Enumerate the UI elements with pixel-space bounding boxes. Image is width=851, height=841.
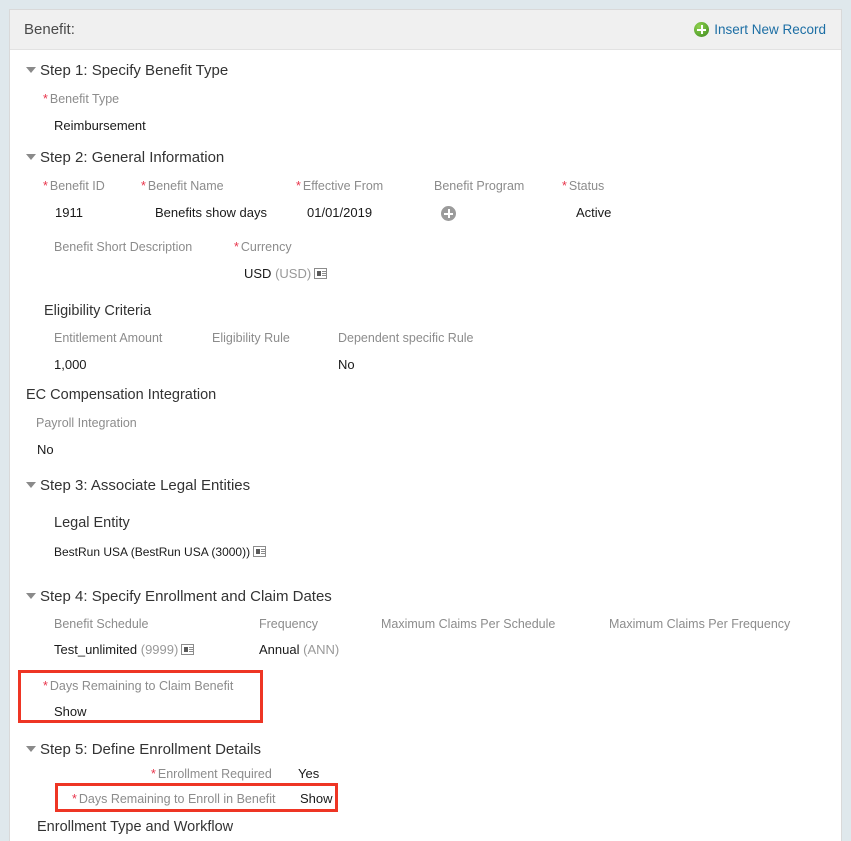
step-header-step3[interactable]: Step 3: Associate Legal Entities: [26, 477, 250, 494]
field-label-eligibility-rule: Eligibility Rule: [212, 331, 290, 345]
field-value-frequency[interactable]: Annual (ANN): [259, 642, 339, 657]
plus-circle-green-icon: [694, 22, 710, 37]
form-content: Step 1: Specify Benefit Type * Benefit Ty…: [10, 50, 841, 841]
benefit-detail-card: Benefit: Insert New Record Step 1: Speci…: [9, 9, 842, 841]
required-asterisk: *: [562, 179, 567, 193]
frequency-value: Annual: [259, 642, 300, 657]
benefit-schedule-code: (9999): [140, 642, 179, 657]
field-value-legal-entity[interactable]: BestRun USA (BestRun USA (3000)): [54, 545, 267, 559]
step5-title: Step 5: Define Enrollment Details: [40, 741, 261, 758]
chevron-down-icon: [26, 67, 36, 73]
step4-title: Step 4: Specify Enrollment and Claim Dat…: [40, 588, 332, 605]
field-value-benefit-id[interactable]: 1911: [55, 205, 83, 220]
required-asterisk: *: [43, 679, 48, 693]
step2-title: Step 2: General Information: [40, 149, 225, 166]
field-value-dependent-specific-rule[interactable]: No: [338, 357, 355, 372]
field-label-payroll-integration: Payroll Integration: [36, 416, 137, 430]
field-label-days-remaining-to-enroll-in-benefit: * Days Remaining to Enroll in Benefit: [72, 792, 276, 806]
field-label-benefit-short-description: Benefit Short Description: [54, 240, 193, 254]
field-label-frequency: Frequency: [259, 617, 319, 631]
field-value-benefit-name[interactable]: Benefits show days: [155, 205, 267, 220]
required-asterisk: *: [43, 92, 48, 106]
field-label-days-remaining-to-claim-benefit: * Days Remaining to Claim Benefit: [43, 679, 234, 693]
required-asterisk: *: [151, 767, 156, 781]
field-label-effective-from: * Effective From: [296, 179, 384, 193]
card-titlebar: Benefit: Insert New Record: [10, 10, 841, 50]
chevron-down-icon: [26, 593, 36, 599]
required-asterisk: *: [234, 240, 239, 254]
frequency-code: (ANN): [303, 642, 340, 657]
field-label-benefit-type: * Benefit Type: [43, 92, 120, 106]
field-value-status[interactable]: Active: [576, 205, 611, 220]
field-label-benefit-id: * Benefit ID: [43, 179, 105, 193]
value-help-icon[interactable]: [314, 268, 328, 279]
field-label-dependent-specific-rule: Dependent specific Rule: [338, 331, 474, 345]
field-value-payroll-integration[interactable]: No: [37, 442, 54, 457]
chevron-down-icon: [26, 154, 36, 160]
step3-title: Step 3: Associate Legal Entities: [40, 477, 251, 494]
benefit-schedule-value: Test_unlimited: [54, 642, 138, 657]
field-value-currency[interactable]: USD (USD): [244, 266, 328, 281]
group-header-ec-compensation-integration: EC Compensation Integration: [26, 387, 217, 403]
required-asterisk: *: [296, 179, 301, 193]
currency-code: (USD): [275, 266, 312, 281]
group-header-enrollment-type-and-workflow: Enrollment Type and Workflow: [37, 819, 234, 835]
field-label-benefit-schedule: Benefit Schedule: [54, 617, 149, 631]
field-label-benefit-program: Benefit Program: [434, 179, 525, 193]
field-label-status: * Status: [562, 179, 605, 193]
field-value-days-remaining-to-enroll-in-benefit[interactable]: Show: [300, 791, 333, 806]
field-label-maximum-claims-per-frequency: Maximum Claims Per Frequency: [609, 617, 791, 631]
required-asterisk: *: [141, 179, 146, 193]
group-header-legal-entity: Legal Entity: [54, 515, 130, 531]
step1-title: Step 1: Specify Benefit Type: [40, 62, 229, 79]
currency-value: USD: [244, 266, 272, 281]
required-asterisk: *: [43, 179, 48, 193]
step-header-step1[interactable]: Step 1: Specify Benefit Type: [26, 62, 228, 79]
field-label-currency: * Currency: [234, 240, 292, 254]
field-label-benefit-name: * Benefit Name: [141, 179, 224, 193]
step-header-step5[interactable]: Step 5: Define Enrollment Details: [26, 741, 261, 758]
screen-root: Benefit: Insert New Record Step 1: Speci…: [0, 0, 851, 841]
field-label-enrollment-required: * Enrollment Required: [151, 767, 272, 781]
step-header-step4[interactable]: Step 4: Specify Enrollment and Claim Dat…: [26, 588, 332, 605]
plus-circle-gray-icon[interactable]: [441, 206, 456, 221]
chevron-down-icon: [26, 482, 36, 488]
field-value-benefit-type[interactable]: Reimbursement: [54, 118, 146, 133]
page-title: Benefit:: [24, 21, 75, 38]
required-asterisk: *: [72, 792, 77, 806]
field-label-entitlement-amount: Entitlement Amount: [54, 331, 163, 345]
legal-entity-value: BestRun USA (BestRun USA (3000)): [54, 545, 251, 559]
insert-new-record-button[interactable]: Insert New Record: [694, 22, 826, 37]
insert-new-record-label: Insert New Record: [714, 22, 826, 37]
chevron-down-icon: [26, 746, 36, 752]
field-value-entitlement-amount[interactable]: 1,000: [54, 357, 87, 372]
field-label-maximum-claims-per-schedule: Maximum Claims Per Schedule: [381, 617, 556, 631]
value-help-icon[interactable]: [253, 546, 267, 557]
group-header-eligibility-criteria: Eligibility Criteria: [44, 303, 152, 319]
field-value-benefit-schedule[interactable]: Test_unlimited (9999): [54, 642, 195, 657]
step-header-step2[interactable]: Step 2: General Information: [26, 149, 224, 166]
field-value-enrollment-required[interactable]: Yes: [298, 766, 319, 781]
field-value-effective-from[interactable]: 01/01/2019: [307, 205, 372, 220]
value-help-icon[interactable]: [181, 644, 195, 655]
field-value-days-remaining-to-claim-benefit[interactable]: Show: [54, 704, 87, 719]
field-value-benefit-program: [441, 205, 456, 223]
